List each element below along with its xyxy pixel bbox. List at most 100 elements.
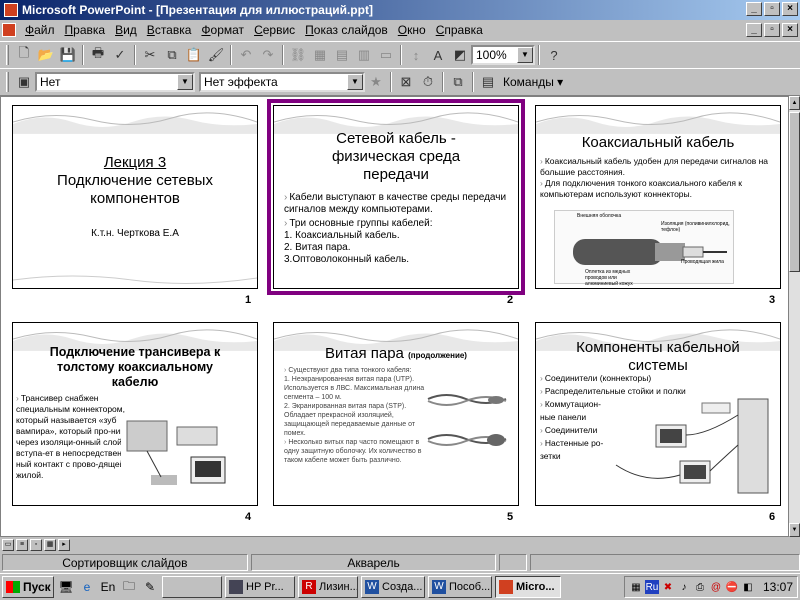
new-icon[interactable]: 🗋 — [13, 44, 35, 66]
wave-decoration — [536, 112, 780, 134]
window-title-bar[interactable]: Microsoft PowerPoint - [Презентация для … — [0, 0, 800, 20]
slide-number-2: 2 — [507, 294, 514, 306]
rehearse-timings-icon[interactable]: ⏱ — [417, 71, 439, 93]
powerpoint-icon[interactable] — [4, 3, 18, 17]
scroll-up-icon[interactable]: ▲ — [789, 96, 800, 110]
slide-thumbnail-6[interactable]: Компоненты кабельной системы Соединители… — [535, 322, 781, 506]
menu-file[interactable]: Файл — [20, 23, 60, 37]
start-button[interactable]: Пуск — [2, 576, 54, 598]
menu-tools[interactable]: Сервис — [249, 23, 300, 37]
printer-icon[interactable]: ⎙ — [693, 580, 707, 594]
menu-format[interactable]: Формат — [196, 23, 249, 37]
language-icon[interactable]: En — [99, 578, 117, 596]
close-button[interactable]: × — [782, 2, 798, 16]
format-painter-icon[interactable]: 🖌 — [205, 44, 227, 66]
slide-5-title: Витая пара (продолжение) — [325, 345, 467, 362]
toolbar-grip[interactable] — [6, 72, 9, 92]
outline-view-icon[interactable]: ≡ — [16, 538, 28, 551]
doc-restore-button[interactable]: ▫ — [764, 23, 780, 37]
document-icon[interactable] — [2, 23, 16, 37]
antivirus-icon[interactable]: ✖ — [661, 580, 675, 594]
copy-icon[interactable]: ⧉ — [161, 44, 183, 66]
folder-icon[interactable]: 🗀 — [120, 578, 138, 596]
mail-icon[interactable]: @ — [709, 580, 723, 594]
slide-number-5: 5 — [507, 511, 514, 523]
volume-icon[interactable]: ♪ — [677, 580, 691, 594]
menu-help[interactable]: Справка — [431, 23, 488, 37]
print-icon[interactable]: 🖶 — [87, 44, 109, 66]
hide-slide-icon[interactable]: ⊠ — [395, 71, 417, 93]
tables-icon[interactable]: ▦ — [309, 44, 331, 66]
toolbar-grip[interactable] — [6, 45, 9, 65]
commands-button[interactable]: Команды ▾ — [499, 75, 567, 89]
chevron-down-icon[interactable]: ▼ — [347, 74, 363, 90]
paste-icon[interactable]: 📋 — [183, 44, 205, 66]
summary-slide-icon[interactable]: ⧉ — [447, 71, 469, 93]
view-buttons-bar: ▭ ≡ ▫ ▦ ▸ — [0, 537, 800, 552]
vertical-scrollbar[interactable]: ▲ ▼ — [789, 96, 800, 537]
slide-thumbnail-3[interactable]: Коаксиальный кабель Коаксиальный кабель … — [535, 105, 781, 289]
new-slide-icon[interactable]: ▭ — [375, 44, 397, 66]
menu-slideshow[interactable]: Показ слайдов — [300, 23, 393, 37]
animation-icon[interactable]: ★ — [365, 71, 387, 93]
slide-4-title: Подключение трансивера к толстому коакси… — [49, 345, 221, 389]
help-icon[interactable]: ? — [543, 44, 565, 66]
task-powerpoint[interactable]: Micro... — [495, 576, 561, 598]
desktop-icon[interactable]: 🖥 — [57, 578, 75, 596]
insert-chart-icon[interactable]: ▥ — [353, 44, 375, 66]
keyboard-layout-icon[interactable]: Ru — [644, 580, 659, 594]
speaker-notes-icon[interactable]: ▤ — [477, 71, 499, 93]
menu-insert[interactable]: Вставка — [142, 23, 197, 37]
slide-transition-icon[interactable]: ▣ — [13, 71, 35, 93]
doc-minimize-button[interactable]: _ — [746, 23, 762, 37]
doc-close-button[interactable]: × — [782, 23, 798, 37]
cut-icon[interactable]: ✂ — [139, 44, 161, 66]
undo-icon[interactable]: ↶ — [235, 44, 257, 66]
zoom-select[interactable]: 100% ▼ — [471, 45, 535, 65]
powerpoint-icon — [499, 580, 513, 594]
security-icon[interactable]: ⛔ — [725, 580, 739, 594]
slide-sorter-area[interactable]: Лекция 3 Подключение сетевых компонентов… — [0, 96, 789, 537]
slide-thumbnail-5[interactable]: Витая пара (продолжение) Существуют два … — [273, 322, 519, 506]
notepad-icon[interactable]: ✎ — [141, 578, 159, 596]
open-icon[interactable]: 📂 — [35, 44, 57, 66]
menu-edit[interactable]: Правка — [60, 23, 111, 37]
normal-view-icon[interactable]: ▭ — [2, 538, 14, 551]
expand-icon[interactable]: ↕ — [405, 44, 427, 66]
slide-thumbnail-2[interactable]: Сетевой кабель - физическая среда переда… — [267, 99, 525, 295]
slide-view-icon[interactable]: ▫ — [30, 538, 42, 551]
internet-explorer-icon[interactable]: e — [78, 578, 96, 596]
task-word-manual[interactable]: W Пособ... — [428, 576, 492, 598]
show-formatting-icon[interactable]: A — [427, 44, 449, 66]
redo-icon[interactable]: ↷ — [257, 44, 279, 66]
task-word-create[interactable]: W Созда... — [361, 576, 425, 598]
transition-select[interactable]: Нет ▼ — [35, 72, 195, 92]
insert-table-icon[interactable]: ▤ — [331, 44, 353, 66]
spelling-icon[interactable]: ✓ — [109, 44, 131, 66]
menu-view[interactable]: Вид — [110, 23, 142, 37]
slide-show-icon[interactable]: ▸ — [58, 538, 70, 551]
slide-sorter-view-icon[interactable]: ▦ — [44, 538, 56, 551]
minimize-button[interactable]: _ — [746, 2, 762, 16]
grayscale-icon[interactable]: ◩ — [449, 44, 471, 66]
maximize-button[interactable]: ▫ — [764, 2, 780, 16]
chevron-down-icon[interactable]: ▼ — [517, 47, 533, 63]
zoom-value: 100% — [476, 48, 507, 62]
slide-thumbnail-4[interactable]: Подключение трансивера к толстому коакси… — [12, 322, 258, 506]
menu-window[interactable]: Окно — [393, 23, 431, 37]
scroll-down-icon[interactable]: ▼ — [789, 523, 800, 537]
save-icon[interactable]: 💾 — [57, 44, 79, 66]
slide-sorter-toolbar: ▣ Нет ▼ Нет эффекта ▼ ★ ⊠ ⏱ ⧉ ▤ Команды … — [0, 68, 800, 96]
network-icon[interactable]: ▦ — [629, 580, 643, 594]
effect-select[interactable]: Нет эффекта ▼ — [199, 72, 365, 92]
slide-thumbnail-1[interactable]: Лекция 3 Подключение сетевых компонентов… — [12, 105, 258, 289]
task-leasing[interactable]: R Лизин... — [298, 576, 358, 598]
scroll-thumb[interactable] — [789, 112, 800, 272]
slide-2-title: Сетевой кабель - физическая среда переда… — [331, 130, 461, 183]
twisted-pair-image — [427, 394, 507, 446]
tray-app-icon[interactable]: ◧ — [741, 580, 755, 594]
task-hp[interactable]: HP Pr... — [225, 576, 295, 598]
hyperlink-icon[interactable]: ⛓ — [287, 44, 309, 66]
chevron-down-icon[interactable]: ▼ — [177, 74, 193, 90]
task-empty[interactable] — [162, 576, 222, 598]
